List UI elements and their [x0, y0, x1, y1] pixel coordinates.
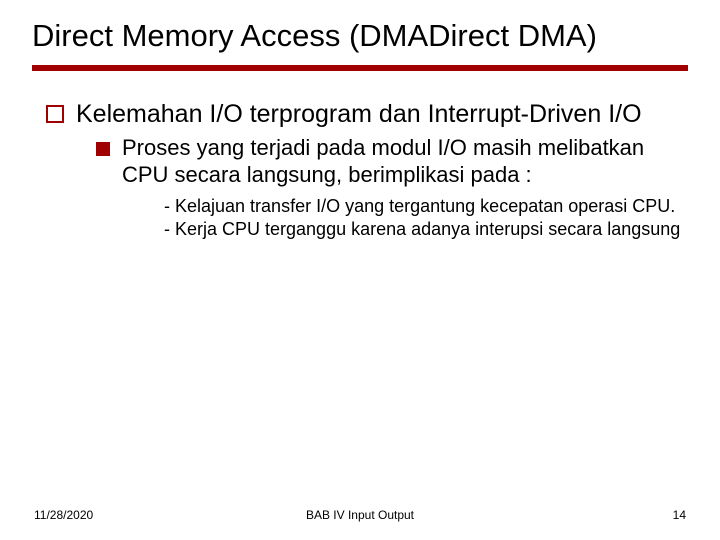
slide-footer: 11/28/2020 BAB IV Input Output 14 — [0, 508, 720, 522]
bullet-level1-text: Kelemahan I/O terprogram dan Interrupt-D… — [76, 99, 642, 130]
bullet-level2: Proses yang terjadi pada modul I/O masih… — [96, 135, 688, 189]
filled-square-bullet-icon — [96, 142, 110, 156]
bullet-level1: Kelemahan I/O terprogram dan Interrupt-D… — [46, 99, 688, 130]
hollow-square-bullet-icon — [46, 105, 64, 123]
slide-title: Direct Memory Access (DMADirect DMA) — [32, 18, 688, 55]
bullet-level3-item: - Kerja CPU terganggu karena adanya inte… — [142, 218, 688, 241]
footer-center: BAB IV Input Output — [0, 508, 720, 522]
bullet-level3-group: - Kelajuan transfer I/O yang tergantung … — [142, 195, 688, 241]
bullet-level2-text: Proses yang terjadi pada modul I/O masih… — [122, 135, 688, 189]
title-rule — [32, 65, 688, 71]
slide: Direct Memory Access (DMADirect DMA) Kel… — [0, 0, 720, 540]
bullet-level3-item: - Kelajuan transfer I/O yang tergantung … — [142, 195, 688, 218]
